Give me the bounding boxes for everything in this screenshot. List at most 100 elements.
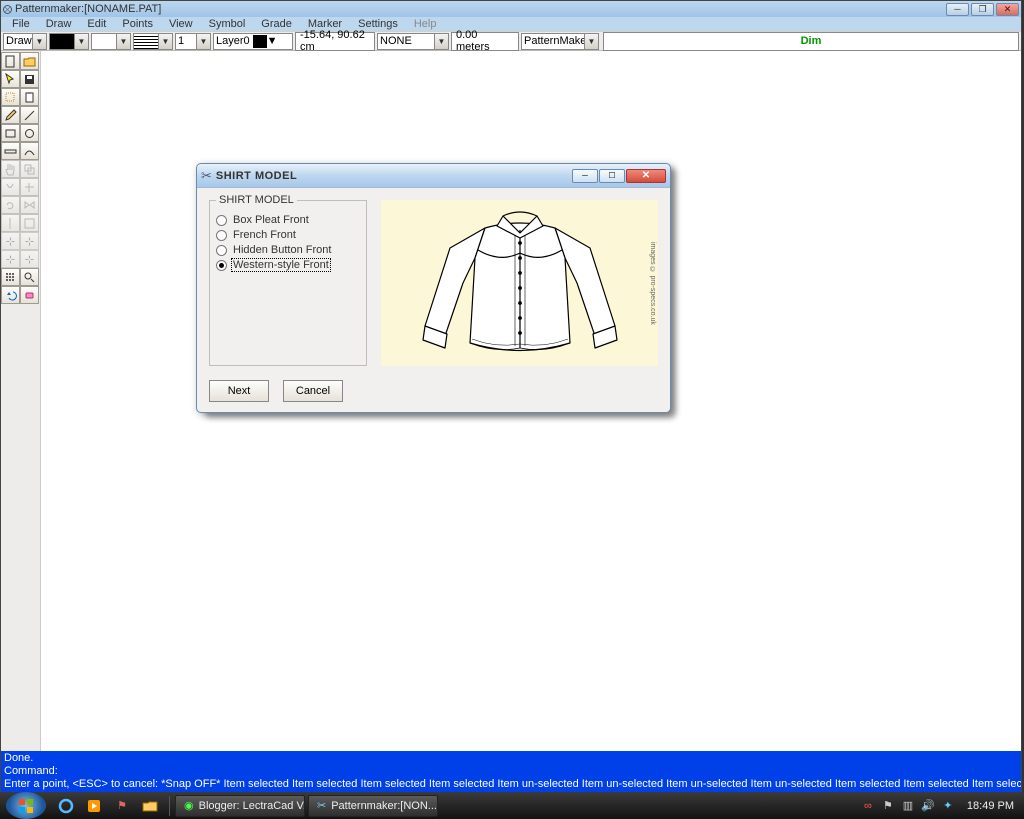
status-bar: Done. Command: Enter a point, <ESC> to c… xyxy=(1,751,1021,793)
taskbar-task-blogger[interactable]: ◉Blogger: LectraCad V... xyxy=(175,795,305,817)
close-button[interactable]: ✕ xyxy=(996,3,1019,16)
menu-grade[interactable]: Grade xyxy=(254,18,299,30)
tool-clipboard[interactable] xyxy=(20,88,39,106)
radio-hidden[interactable]: Hidden Button Front xyxy=(216,244,360,256)
tool-measure3[interactable]: ⊹ xyxy=(1,250,20,268)
menu-help[interactable]: Help xyxy=(407,18,444,30)
tool-measure4[interactable]: ⊹ xyxy=(20,250,39,268)
chevron-down-icon: ▼ xyxy=(158,34,172,49)
app-icon xyxy=(3,5,12,14)
dialog-close-button[interactable]: ✕ xyxy=(626,169,666,183)
tool-snap[interactable] xyxy=(20,214,39,232)
chrome-icon: ◉ xyxy=(184,799,194,812)
tray-network-icon[interactable]: ▥ xyxy=(901,799,915,813)
taskbar-ie-icon[interactable] xyxy=(55,796,77,816)
units-value: NONE xyxy=(380,35,412,47)
chevron-down-icon: ▼ xyxy=(196,34,210,49)
taskbar-pin-icon[interactable]: ⚑ xyxy=(111,796,133,816)
group-label: SHIRT MODEL xyxy=(216,194,297,206)
tool-mirror[interactable] xyxy=(20,196,39,214)
units-combo[interactable]: NONE ▼ xyxy=(377,33,449,50)
tool-ellipse[interactable] xyxy=(20,124,39,142)
radio-french[interactable]: French Front xyxy=(216,229,360,241)
line-style-combo[interactable]: ▼ xyxy=(133,33,173,50)
start-button[interactable] xyxy=(6,792,46,819)
tool-rectangle[interactable] xyxy=(1,124,20,142)
tool-new-doc[interactable] xyxy=(1,52,20,70)
tool-save[interactable] xyxy=(20,70,39,88)
app-combo-value: PatternMaker xyxy=(524,35,590,47)
tool-cut-v[interactable] xyxy=(1,214,20,232)
tool-rotate[interactable] xyxy=(1,196,20,214)
radio-icon xyxy=(216,260,227,271)
tool-undo[interactable] xyxy=(1,286,20,304)
tray-app-icon[interactable]: ✦ xyxy=(941,799,955,813)
tool-eraser[interactable] xyxy=(20,286,39,304)
tool-cup[interactable] xyxy=(1,178,20,196)
chevron-down-icon: ▼ xyxy=(74,34,88,49)
radio-box-pleat[interactable]: Box Pleat Front xyxy=(216,214,360,226)
minimize-button[interactable]: ─ xyxy=(946,3,969,16)
coordinates-display: -15.64, 90.62 cm xyxy=(295,32,375,51)
tool-measure[interactable]: ⊹ xyxy=(1,232,20,250)
menu-draw[interactable]: Draw xyxy=(39,18,79,30)
radio-western[interactable]: Western-style Front xyxy=(216,259,360,271)
radio-icon xyxy=(216,245,227,256)
radio-icon xyxy=(216,230,227,241)
taskbar-folder-icon[interactable] xyxy=(139,796,161,816)
tool-curve[interactable] xyxy=(20,142,39,160)
tool-grid[interactable] xyxy=(1,268,20,286)
tool-zoom[interactable] xyxy=(20,268,39,286)
layer-value: Layer0 xyxy=(216,35,250,47)
taskbar-media-icon[interactable] xyxy=(83,796,105,816)
tool-measure2[interactable]: ⊹ xyxy=(20,232,39,250)
menu-view[interactable]: View xyxy=(162,18,200,30)
dialog-title: SHIRT MODEL xyxy=(216,170,297,182)
status-line2: Command: xyxy=(4,765,1018,778)
chevron-down-icon: ▼ xyxy=(116,34,130,49)
system-tray: ∞ ⚑ ▥ 🔊 ✦ 18:49 PM xyxy=(861,799,1020,813)
toolbox: ⊹⊹ ⊹⊹ xyxy=(1,51,41,751)
tool-ruler[interactable] xyxy=(1,142,20,160)
tool-open-doc[interactable] xyxy=(20,52,39,70)
layer-combo[interactable]: Layer0▼ xyxy=(213,33,293,50)
image-credit: images © pro-specs.co.uk xyxy=(646,202,656,364)
fill-color-combo[interactable]: ▼ xyxy=(91,33,131,50)
taskbar-separator xyxy=(169,796,170,816)
tool-select-arrow[interactable] xyxy=(1,70,20,88)
measurement-display: 0.00 meters xyxy=(451,32,519,51)
tool-duplicate[interactable] xyxy=(20,160,39,178)
cancel-button[interactable]: Cancel xyxy=(283,380,343,402)
chevron-down-icon: ▼ xyxy=(32,34,46,49)
taskbar-clock[interactable]: 18:49 PM xyxy=(961,800,1020,812)
app-combo[interactable]: PatternMaker▼ xyxy=(521,33,599,50)
menu-points[interactable]: Points xyxy=(115,18,160,30)
titlebar: Patternmaker:[NONAME.PAT] ─ ❐ ✕ xyxy=(1,1,1021,17)
tool-line[interactable] xyxy=(20,106,39,124)
tray-volume-icon[interactable]: 🔊 xyxy=(921,799,935,813)
tool-hand[interactable] xyxy=(1,160,20,178)
dim-display: Dim xyxy=(603,32,1019,51)
tool-flip[interactable] xyxy=(20,178,39,196)
dialog-titlebar[interactable]: ✂ SHIRT MODEL ─ ☐ ✕ xyxy=(197,164,670,188)
chevron-down-icon: ▼ xyxy=(434,34,448,49)
dialog-maximize-button[interactable]: ☐ xyxy=(599,169,625,183)
tool-pencil[interactable] xyxy=(1,106,20,124)
tool-lasso[interactable] xyxy=(1,88,20,106)
dialog-minimize-button[interactable]: ─ xyxy=(572,169,598,183)
line-color-combo[interactable]: ▼ xyxy=(49,33,89,50)
radio-label: Hidden Button Front xyxy=(232,244,332,256)
tray-link-icon[interactable]: ∞ xyxy=(861,799,875,813)
restore-button[interactable]: ❐ xyxy=(971,3,994,16)
taskbar-task-patternmaker[interactable]: ✂Patternmaker:[NON... xyxy=(308,795,438,817)
tray-flag-icon[interactable]: ⚑ xyxy=(881,799,895,813)
next-button[interactable]: Next xyxy=(209,380,269,402)
menu-file[interactable]: File xyxy=(5,18,37,30)
shirt-preview: images © pro-specs.co.uk xyxy=(381,200,658,366)
window-title: Patternmaker:[NONAME.PAT] xyxy=(15,3,946,15)
line-width-combo[interactable]: 1▼ xyxy=(175,33,211,50)
menu-symbol[interactable]: Symbol xyxy=(202,18,253,30)
menu-edit[interactable]: Edit xyxy=(80,18,113,30)
line-width-value: 1 xyxy=(178,35,184,47)
tool-mode-combo[interactable]: Draw▼ xyxy=(3,33,47,50)
